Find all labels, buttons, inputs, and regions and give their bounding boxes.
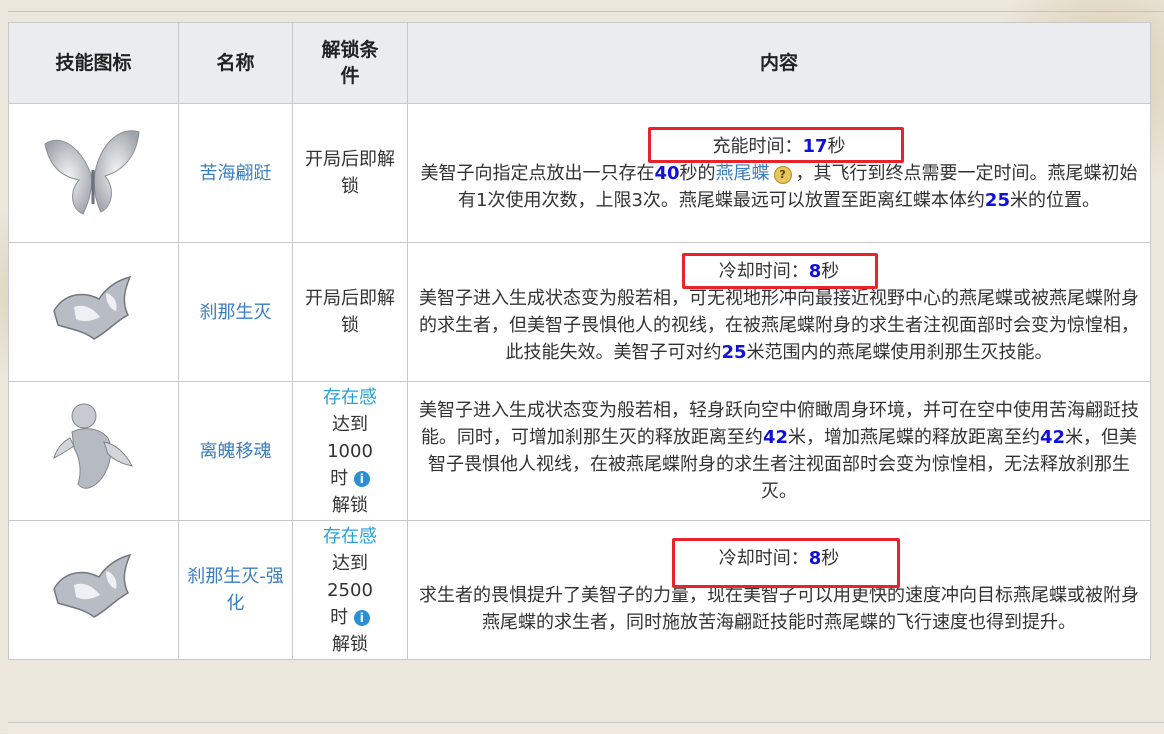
unlock-post: 时 [330, 467, 349, 489]
skill-name[interactable]: 刹那生灭-强化 [178, 520, 293, 660]
presence-link[interactable]: 存在感 [323, 387, 377, 408]
unlock-pre: 达到 [332, 552, 368, 574]
skill-content: 美智子进入生成状态变为般若相，轻身跃向空中俯瞰周身环境，并可在空中使用苦海翩跹技… [407, 381, 1151, 521]
term-link[interactable]: 燕尾蝶 [716, 163, 770, 184]
skills-table: 技能图标 名称 解锁条件 内容 苦海翩跹 开局后即解锁 充能时间：17秒 美智子… [8, 22, 1151, 660]
skill-description: 求生者的畏惧提升了美智子的力量，现在美智子可以用更快的速度冲向目标燕尾蝶或被附身… [416, 582, 1142, 636]
unlock-value: 1000 [327, 440, 373, 462]
unlock-condition: 存在感 达到 1000 时 i 解锁 [292, 381, 408, 521]
skill-description: 美智子进入生成状态变为般若相，轻身跃向空中俯瞰周身环境，并可在空中使用苦海翩跹技… [416, 397, 1142, 505]
unlock-value: 2500 [327, 579, 373, 601]
desc-text: 米的位置。 [1009, 189, 1100, 211]
skill-icon-cell [8, 520, 179, 660]
skill-icon-cell [8, 242, 179, 382]
unlock-post: 解锁 [332, 633, 368, 655]
skill-content: 充能时间：17秒 美智子向指定点放出一只存在40秒的燕尾蝶? ，其飞行到终点需要一… [407, 103, 1151, 243]
skill-description: 美智子进入生成状态变为般若相，可无视地形冲向最接近视野中心的燕尾蝶或被燕尾蝶附身… [416, 285, 1142, 366]
floating-spirit-icon [52, 403, 133, 489]
highlight-box [682, 253, 878, 289]
skill-icon-cell [8, 381, 179, 521]
desc-number: 42 [762, 427, 788, 448]
info-icon[interactable]: i [353, 609, 370, 626]
header-content: 内容 [407, 22, 1151, 104]
desc-number: 25 [721, 342, 747, 363]
highlight-box [648, 126, 904, 163]
header-unlock: 解锁条件 [292, 22, 408, 104]
desc-text: 米范围内的燕尾蝶使用刹那生灭技能。 [746, 342, 1053, 363]
table-row: 苦海翩跹 开局后即解锁 充能时间：17秒 美智子向指定点放出一只存在40秒的燕尾… [8, 103, 1151, 243]
unlock-condition: 开局后即解锁 [292, 103, 408, 243]
table-row: 刹那生灭 开局后即解锁 冷却时间：8秒 美智子进入生成状态变为般若相，可无视地形… [8, 242, 1151, 382]
table-header-row: 技能图标 名称 解锁条件 内容 [8, 22, 1151, 104]
header-name: 名称 [178, 22, 293, 104]
header-icon: 技能图标 [8, 22, 179, 104]
desc-text: 求生者的畏惧提升了美智子的力量，现在美智子可以用更快的速度冲向目标燕尾蝶或被附身… [419, 584, 1139, 633]
desc-text: 秒的 [679, 162, 716, 184]
table-row: 刹那生灭-强化 存在感 达到 2500 时 i 解锁 冷却时间：8秒 求生者的畏… [8, 520, 1151, 660]
unlock-post: 时 [330, 606, 349, 628]
unlock-pre: 达到 [332, 413, 368, 435]
desc-number: 42 [1040, 427, 1066, 448]
skill-name[interactable]: 离魄移魂 [178, 381, 293, 521]
skill-content: 冷却时间：8秒 求生者的畏惧提升了美智子的力量，现在美智子可以用更快的速度冲向目… [407, 520, 1151, 660]
desc-text: 美智子向指定点放出一只存在 [420, 162, 655, 184]
skill-content: 冷却时间：8秒 美智子进入生成状态变为般若相，可无视地形冲向最接近视野中心的燕尾… [407, 242, 1151, 382]
presence-link[interactable]: 存在感 [323, 526, 377, 547]
header-unlock-label: 解锁条件 [321, 39, 379, 87]
help-icon[interactable]: ? [773, 165, 792, 184]
highlight-box [672, 537, 900, 588]
skill-icon-cell [8, 103, 179, 243]
unlock-condition: 存在感 达到 2500 时 i 解锁 [292, 520, 408, 660]
dash-slash-icon [52, 275, 131, 340]
desc-text: 米，增加燕尾蝶的释放距离至约 [788, 427, 1040, 448]
skill-name[interactable]: 刹那生灭 [178, 242, 293, 382]
desc-number: 25 [984, 189, 1010, 211]
unlock-condition: 开局后即解锁 [292, 242, 408, 382]
top-divider [8, 11, 1164, 12]
bottom-bar [8, 722, 1164, 734]
skill-description: 美智子向指定点放出一只存在40秒的燕尾蝶? ，其飞行到终点需要一定时间。燕尾蝶初始… [416, 160, 1142, 214]
dash-slash-enhanced-icon [52, 553, 131, 618]
skill-name[interactable]: 苦海翩跹 [178, 103, 293, 243]
desc-number: 40 [654, 162, 680, 184]
unlock-post: 解锁 [332, 494, 368, 516]
table-row: 离魄移魂 存在感 达到 1000 时 i 解锁 美智子进入生成状态变为般若相，轻… [8, 381, 1151, 521]
info-icon[interactable]: i [353, 470, 370, 487]
butterfly-wings-icon [43, 130, 140, 215]
